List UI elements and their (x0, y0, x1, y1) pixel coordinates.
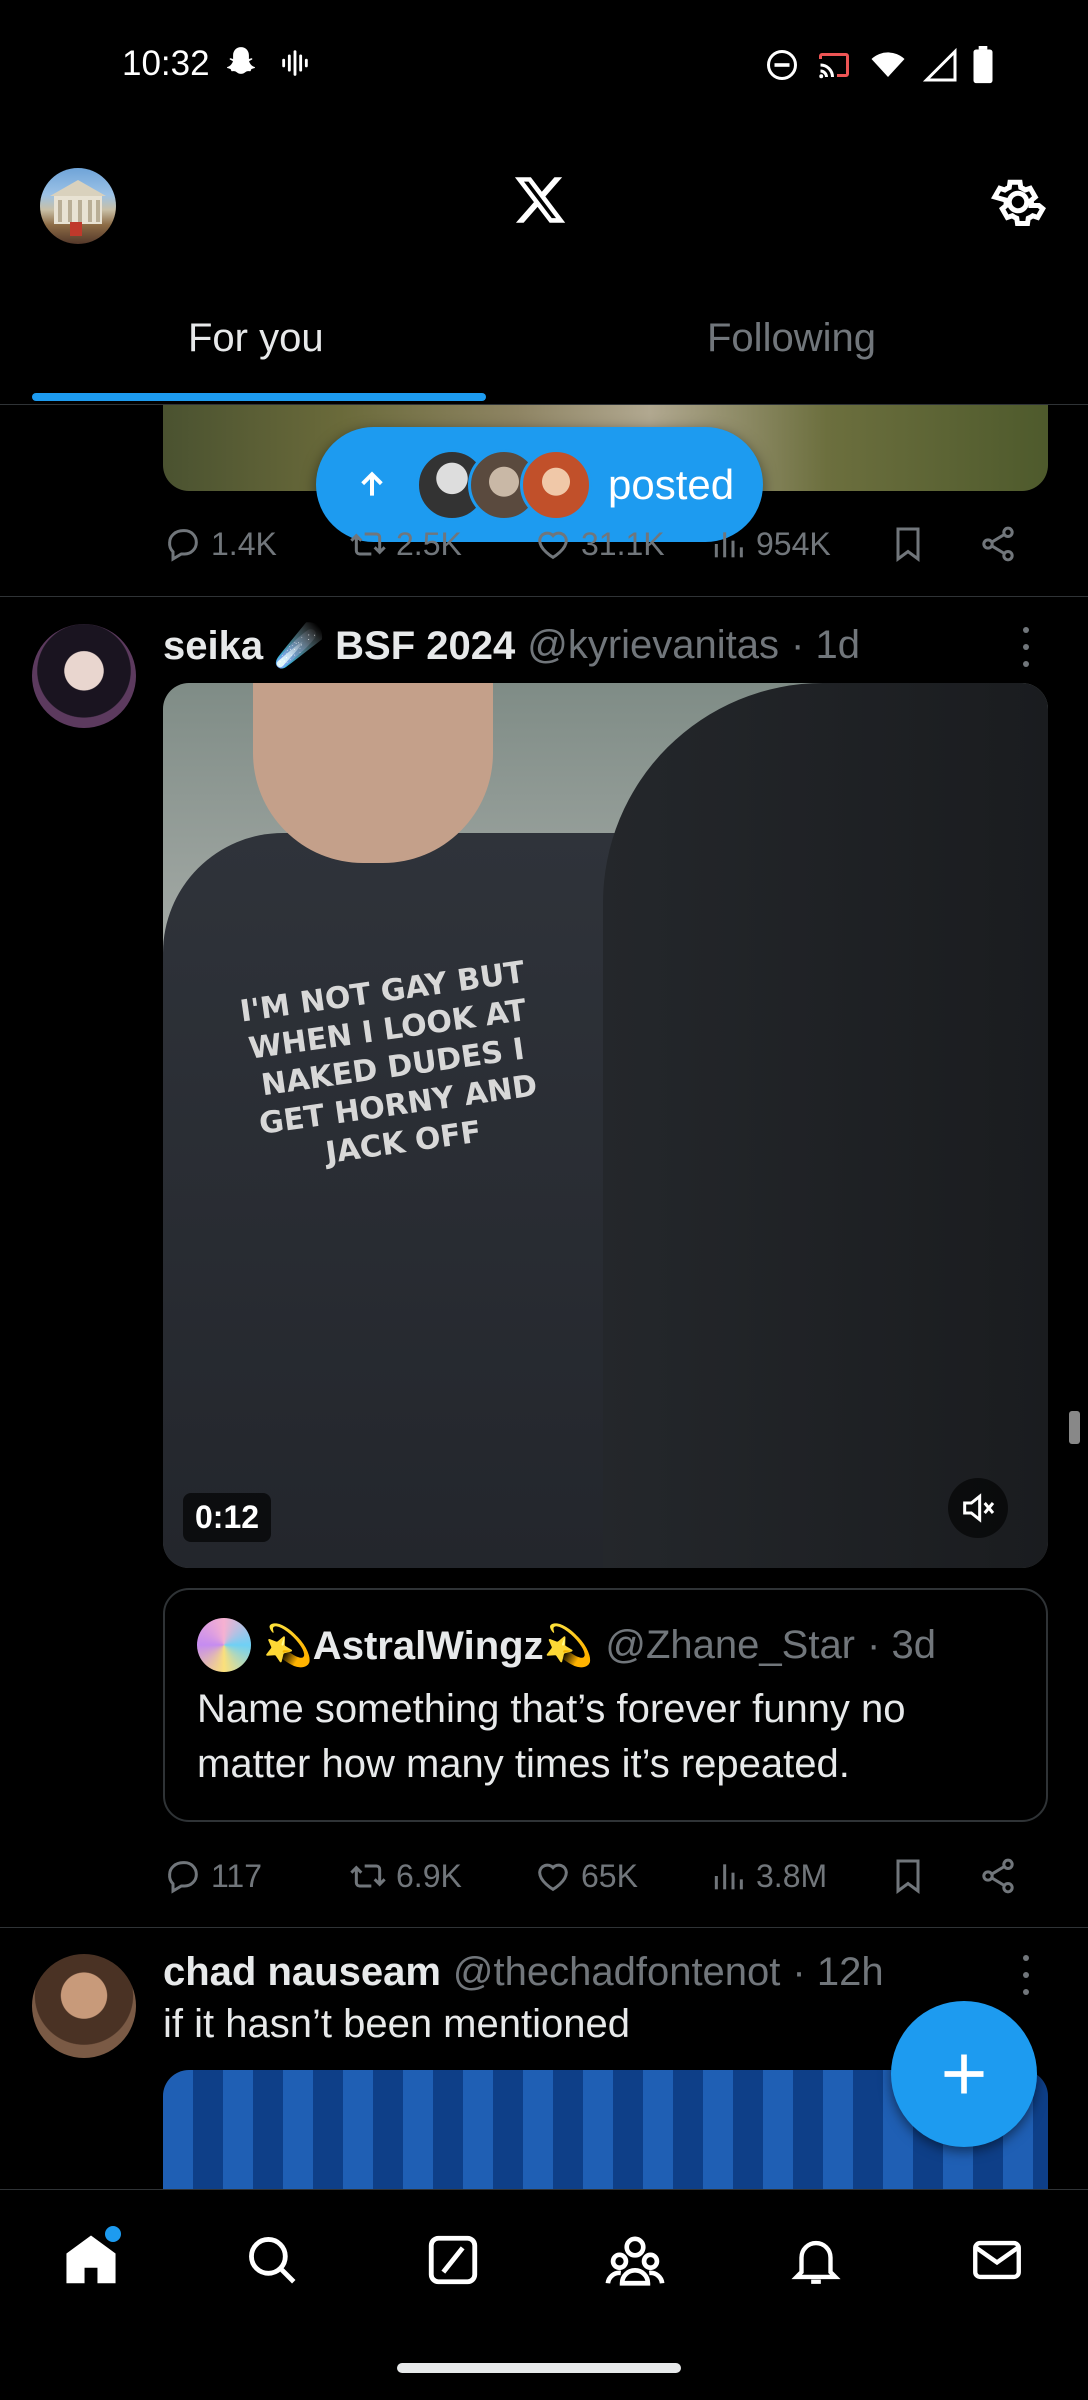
voice-waveform-icon (282, 50, 308, 76)
wifi-icon (871, 52, 905, 77)
tweet-time: · 12h (792, 1950, 884, 1994)
quote-avatar (197, 1618, 251, 1672)
author-name[interactable]: chad nauseam (163, 1950, 441, 1995)
tweet-text: if it hasn’t been mentioned (163, 2002, 630, 2046)
views-count: 3.8M (756, 1857, 828, 1894)
cast-icon (819, 53, 849, 79)
tweet-divider (0, 1927, 1088, 1928)
x-logo-icon[interactable] (512, 172, 568, 228)
status-left-icons (222, 44, 312, 82)
plus-icon (944, 2054, 984, 2094)
gear-icon[interactable] (988, 172, 1048, 232)
tweet-video[interactable]: I'M NOT GAY BUT WHEN I LOOK AT NAKED DUD… (163, 683, 1048, 1568)
nav-notifications[interactable] (776, 2220, 856, 2300)
video-foreground (603, 683, 1048, 1568)
quote-time: · 3d (867, 1622, 936, 1667)
reply-button[interactable]: 1.4K (163, 524, 348, 564)
compose-button[interactable] (891, 2001, 1037, 2147)
bookmark-icon (896, 527, 920, 562)
signal-icon (922, 47, 957, 82)
battery-icon (973, 46, 993, 84)
tweet-divider (0, 596, 1088, 597)
reply-icon (168, 1861, 198, 1894)
quote-author-name: 💫AstralWingz💫 (263, 1623, 594, 1668)
tweet-actions: 117 6.9K 65K 3.8M (163, 1846, 1048, 1906)
reply-button[interactable]: 117 (163, 1856, 348, 1896)
prev-tweet-actions: 1.4K 2.5K 31.1K 954K (163, 514, 1048, 574)
like-button[interactable]: 65K (533, 1856, 708, 1896)
repost-count: 2.5K (396, 525, 462, 562)
nav-communities[interactable] (595, 2220, 675, 2300)
posted-label: posted (608, 460, 735, 508)
quote-header: 💫AstralWingz💫 @Zhane_Star · 3d (197, 1618, 1014, 1672)
reply-count: 117 (211, 1857, 263, 1894)
quoted-tweet[interactable]: 💫AstralWingz💫 @Zhane_Star · 3d Name some… (163, 1588, 1048, 1822)
views-count: 954K (756, 525, 831, 562)
views-button[interactable]: 954K (708, 524, 888, 564)
reply-icon (168, 529, 198, 562)
views-icon (714, 1864, 743, 1890)
bookmark-icon (896, 1859, 920, 1894)
snapchat-icon (226, 47, 256, 74)
profile-avatar[interactable] (40, 168, 116, 244)
reply-count: 1.4K (211, 525, 277, 562)
tweet-time: · 1d (791, 623, 860, 667)
muted-speaker-icon (963, 1493, 995, 1523)
notifications-icon (791, 2240, 841, 2284)
like-count: 65K (581, 1857, 638, 1894)
tweet-header: chad nauseam @thechadfontenot · 12h (163, 1950, 884, 1995)
more-options-icon[interactable] (1018, 627, 1034, 667)
scrollbar-thumb[interactable] (1069, 1411, 1080, 1444)
share-button[interactable] (978, 524, 1018, 564)
mute-button[interactable] (948, 1478, 1008, 1538)
active-tab-indicator (32, 393, 486, 401)
author-handle[interactable]: @kyrievanitas (527, 623, 779, 668)
quote-author-handle: @Zhane_Star (605, 1622, 856, 1667)
do-not-disturb-icon (767, 50, 797, 80)
nav-home[interactable] (51, 2220, 131, 2300)
tab-following[interactable]: Following (707, 316, 876, 361)
bottom-navigation (0, 2189, 1088, 2329)
status-right-icons (764, 46, 994, 84)
communities-icon (605, 2235, 665, 2286)
repost-count: 6.9K (396, 1857, 462, 1894)
heart-icon (538, 1863, 568, 1892)
quote-text: Name something that’s forever funny no m… (197, 1687, 906, 1786)
author-handle[interactable]: @thechadfontenot (453, 1950, 781, 1995)
poster-avatar (520, 448, 592, 521)
heart-icon (538, 531, 568, 560)
home-indicator[interactable] (397, 2363, 681, 2373)
like-button[interactable]: 31.1K (533, 524, 708, 564)
author-name[interactable]: seika ☄️ BSF 2024 (163, 622, 515, 669)
bookmark-button[interactable] (888, 524, 978, 564)
video-duration: 0:12 (183, 1493, 272, 1542)
repost-icon (350, 1864, 386, 1888)
share-button[interactable] (978, 1856, 1018, 1896)
arrow-up-icon (361, 471, 383, 496)
views-button[interactable]: 3.8M (708, 1856, 888, 1896)
tweet-avatar[interactable] (32, 624, 136, 728)
share-icon (982, 1858, 1014, 1894)
tweet-header: seika ☄️ BSF 2024 @kyrievanitas · 1d (163, 622, 860, 669)
search-icon (249, 2236, 296, 2283)
notification-dot (104, 2225, 121, 2242)
like-count: 31.1K (581, 525, 665, 562)
repost-icon (350, 532, 386, 556)
tweet-avatar[interactable] (32, 1954, 136, 2058)
repost-button[interactable]: 6.9K (348, 1856, 533, 1896)
nav-search[interactable] (232, 2220, 312, 2300)
more-options-icon[interactable] (1018, 1955, 1034, 1995)
status-time: 10:32 (122, 44, 210, 83)
share-icon (982, 526, 1014, 562)
views-icon (714, 532, 743, 558)
tab-for-you[interactable]: For you (188, 316, 324, 361)
grok-icon (429, 2235, 478, 2284)
nav-messages[interactable] (957, 2220, 1037, 2300)
messages-icon (973, 2240, 1022, 2279)
bookmark-button[interactable] (888, 1856, 978, 1896)
repost-button[interactable]: 2.5K (348, 524, 533, 564)
nav-grok[interactable] (413, 2220, 493, 2300)
